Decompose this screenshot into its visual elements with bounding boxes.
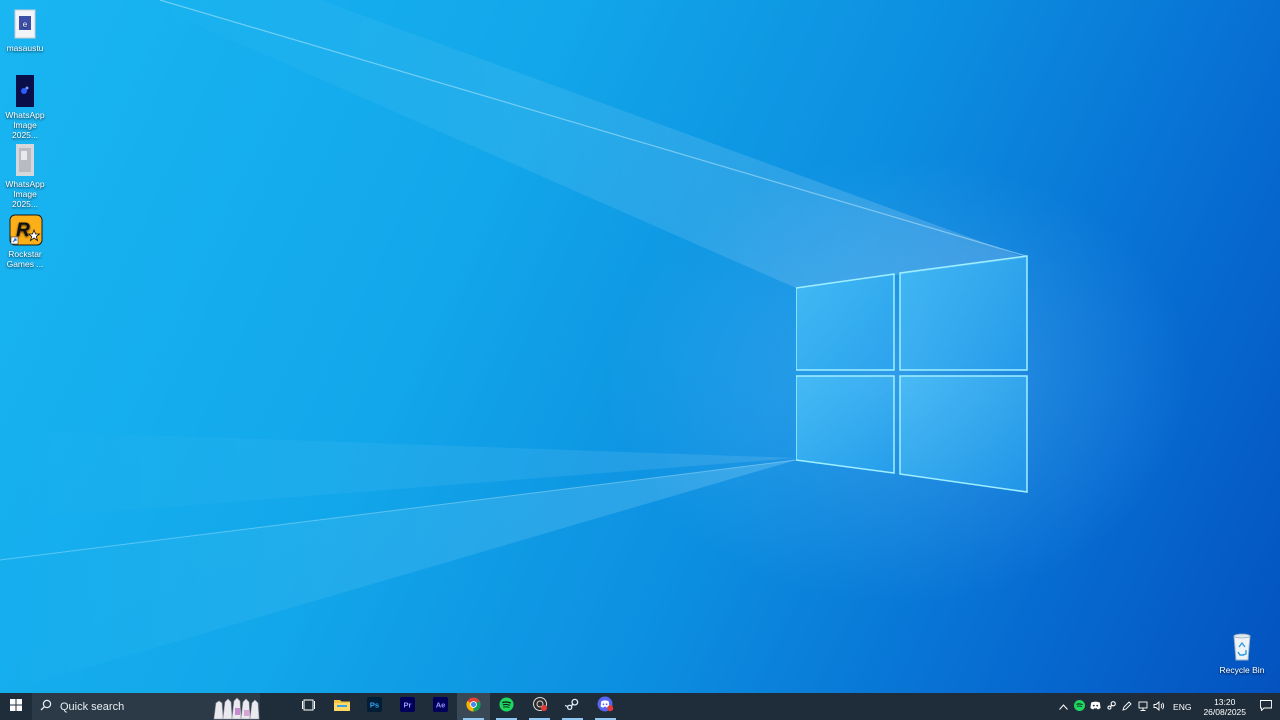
image-file-icon bbox=[9, 75, 41, 107]
taskbar-app-premiere-pro[interactable]: Pr bbox=[391, 693, 424, 720]
notification-center-button[interactable] bbox=[1252, 693, 1280, 720]
show-hidden-icons-button[interactable] bbox=[1055, 693, 1071, 720]
input-language-indicator[interactable]: ENG bbox=[1167, 702, 1197, 712]
tray-volume[interactable] bbox=[1151, 693, 1167, 720]
speaker-icon bbox=[1153, 700, 1165, 713]
desktop-icon-rockstar-games[interactable]: R Rockstar Games ... bbox=[1, 214, 49, 269]
desktop-icon-label: Recycle Bin bbox=[1219, 665, 1265, 675]
svg-text:Ps: Ps bbox=[370, 700, 379, 709]
tray-network[interactable] bbox=[1135, 693, 1151, 720]
recorder-icon bbox=[532, 696, 548, 717]
taskbar-app-recorder[interactable] bbox=[523, 693, 556, 720]
notification-icon bbox=[1260, 698, 1272, 716]
discord-icon bbox=[1089, 701, 1101, 712]
desktop-icon-whatsapp-image-2[interactable]: WhatsApp Image 2025... bbox=[1, 144, 49, 209]
spotify-icon bbox=[499, 696, 514, 717]
taskbar: Quick search Ps Pr Ae ENG 13:20 26/08/20… bbox=[0, 693, 1280, 720]
after-effects-icon: Ae bbox=[433, 696, 448, 717]
svg-text:Pr: Pr bbox=[404, 700, 412, 709]
desktop-icon-label: Rockstar Games ... bbox=[6, 249, 44, 269]
pen-icon bbox=[1122, 700, 1132, 713]
search-icon bbox=[40, 699, 58, 714]
document-image-icon: e bbox=[9, 8, 41, 40]
tray-discord[interactable] bbox=[1087, 693, 1103, 720]
tray-device[interactable] bbox=[1119, 693, 1135, 720]
desktop-icon-whatsapp-image-1[interactable]: WhatsApp Image 2025... bbox=[1, 75, 49, 140]
desktop-icon-recycle-bin[interactable]: Recycle Bin bbox=[1217, 630, 1267, 675]
task-view-button[interactable] bbox=[292, 693, 325, 720]
discord-icon bbox=[597, 696, 614, 717]
taskbar-clock[interactable]: 13:20 26/08/2025 bbox=[1197, 697, 1252, 717]
steam-icon bbox=[1106, 700, 1117, 713]
system-tray: ENG 13:20 26/08/2025 bbox=[1055, 693, 1280, 720]
start-button[interactable] bbox=[0, 693, 32, 720]
photoshop-icon: Ps bbox=[367, 696, 382, 717]
rockstar-games-icon: R bbox=[9, 214, 43, 246]
svg-text:e: e bbox=[23, 20, 28, 29]
clock-date: 26/08/2025 bbox=[1203, 706, 1246, 717]
folder-icon bbox=[333, 698, 350, 716]
svg-text:Ae: Ae bbox=[436, 700, 446, 709]
premiere-icon: Pr bbox=[400, 696, 415, 717]
task-view-icon bbox=[302, 698, 315, 716]
taskbar-search-box[interactable]: Quick search bbox=[32, 693, 260, 720]
taskbar-app-discord[interactable] bbox=[589, 693, 622, 720]
taskbar-app-spotify[interactable] bbox=[490, 693, 523, 720]
desktop-icon-label: WhatsApp Image 2025... bbox=[5, 110, 45, 140]
chevron-up-icon bbox=[1058, 702, 1068, 712]
taskbar-app-after-effects[interactable]: Ae bbox=[424, 693, 457, 720]
taskbar-app-photoshop[interactable]: Ps bbox=[358, 693, 391, 720]
tray-spotify[interactable] bbox=[1071, 693, 1087, 720]
taskbar-app-chrome[interactable] bbox=[457, 693, 490, 720]
taskbar-app-steam[interactable] bbox=[556, 693, 589, 720]
steam-icon bbox=[564, 697, 580, 717]
search-highlight-illustration-icon bbox=[210, 693, 262, 720]
windows-start-icon bbox=[10, 698, 22, 716]
image-file-icon bbox=[9, 144, 41, 176]
desktop-icon-label: WhatsApp Image 2025... bbox=[5, 179, 45, 209]
taskbar-app-file-explorer[interactable] bbox=[325, 693, 358, 720]
clock-time: 13:20 bbox=[1214, 696, 1236, 707]
tray-steam[interactable] bbox=[1103, 693, 1119, 720]
spotify-icon bbox=[1073, 700, 1085, 713]
wallpaper-light-beams bbox=[0, 0, 1280, 693]
desktop-icon-masaustu[interactable]: e masaustu bbox=[1, 8, 49, 53]
desktop-background[interactable]: e masaustu WhatsApp Image 2025... WhatsA… bbox=[0, 0, 1280, 693]
recycle-bin-icon bbox=[1226, 630, 1258, 662]
desktop-icon-label: masaustu bbox=[6, 43, 44, 53]
chrome-icon bbox=[466, 696, 481, 717]
network-icon bbox=[1138, 701, 1149, 713]
search-label: Quick search bbox=[60, 700, 125, 713]
windows-logo bbox=[796, 255, 1028, 493]
